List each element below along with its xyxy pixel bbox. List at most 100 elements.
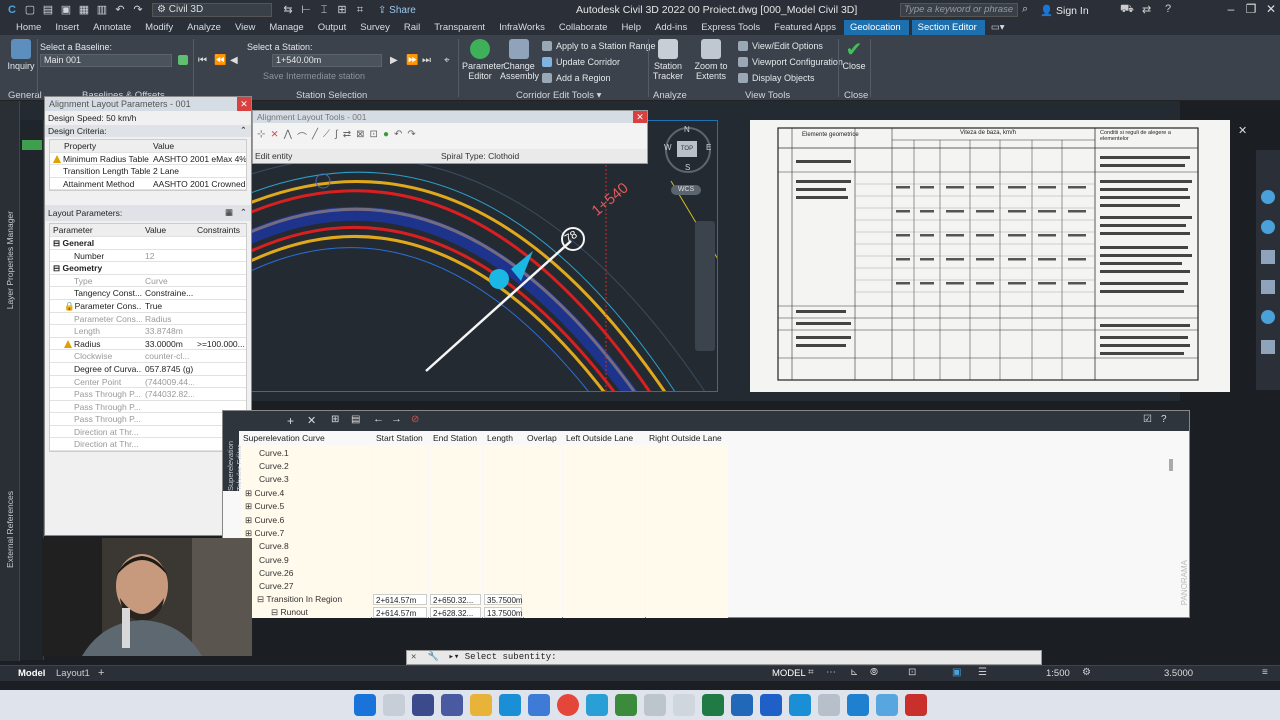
param-row[interactable]: Parameter Cons... Radius xyxy=(50,313,246,326)
exchange-icon[interactable]: ⇄ xyxy=(1142,3,1151,16)
param-row[interactable]: Clockwise counter-cl... xyxy=(50,350,246,363)
tab-help[interactable]: Help xyxy=(615,20,649,35)
curve-row[interactable]: ⊞ Curve.6 xyxy=(245,514,284,527)
help-icon[interactable]: ? xyxy=(1165,3,1171,15)
tab-view[interactable]: View xyxy=(229,20,263,35)
curve-row[interactable]: Curve.2 xyxy=(259,460,289,473)
runout-row[interactable]: ⊟ Runout xyxy=(271,606,308,619)
save-icon[interactable]: ▣ xyxy=(60,4,72,16)
cmd-customize-icon[interactable]: 🔧 xyxy=(422,652,439,662)
view-edit-options-button[interactable]: View/Edit Options xyxy=(738,41,823,51)
model-space-toggle[interactable]: MODEL xyxy=(772,668,806,679)
tab-survey[interactable]: Survey xyxy=(354,20,398,35)
tab-annotate[interactable]: Annotate xyxy=(87,20,139,35)
curve-icon[interactable]: ⌒ xyxy=(297,129,307,144)
transition-length[interactable]: 35.7500m xyxy=(484,594,523,605)
curve-row[interactable]: ⊞ Curve.4 xyxy=(245,487,284,500)
excel-icon[interactable] xyxy=(701,694,724,716)
group-geometry[interactable]: ⊟ Geometry xyxy=(50,262,246,275)
tab-express-tools[interactable]: Express Tools xyxy=(695,20,768,35)
col-left-outside-lane[interactable]: Left Outside Lane xyxy=(566,431,633,445)
edit-best-fit-icon[interactable]: ⊡ xyxy=(370,129,378,144)
curve-row[interactable]: Curve.27 xyxy=(259,580,294,593)
calculate-icon[interactable]: ⊞ xyxy=(331,414,339,425)
table-view-icon[interactable]: ▦ xyxy=(225,207,233,218)
new-file-icon[interactable]: ▢ xyxy=(24,4,36,16)
start-icon[interactable] xyxy=(353,694,376,716)
param-row[interactable]: Pass Through P... (744032.82... xyxy=(50,388,246,401)
save-intermediate-station[interactable]: Save Intermediate station xyxy=(263,71,365,81)
external-references-tab[interactable]: External References xyxy=(5,491,15,568)
criteria-row[interactable]: Attainment Method AASHTO 2001 Crowned ..… xyxy=(50,178,246,191)
grid-icon[interactable]: ⌗ xyxy=(808,667,814,678)
delete-pi-icon[interactable]: ⨯ xyxy=(270,129,278,144)
tab-section-editor[interactable]: Section Editor xyxy=(911,20,985,35)
parameter-editor-button[interactable]: Parameter Editor xyxy=(462,39,504,81)
undo-tool-icon[interactable]: ↶ xyxy=(394,129,402,144)
edge-icon[interactable] xyxy=(498,694,521,716)
close-editor-button[interactable]: ✔ Close xyxy=(840,39,868,71)
runout-start[interactable]: 2+614.57m xyxy=(373,607,427,618)
calculator-icon[interactable] xyxy=(643,694,666,716)
command-line[interactable]: ✕ 🔧 ▸▾ Select subentity: xyxy=(406,650,1042,665)
minimize-button[interactable]: – xyxy=(1222,2,1240,18)
param-row[interactable]: Center Point (744009.44... xyxy=(50,376,246,389)
transition-row[interactable]: ⊟ Transition In Region xyxy=(257,593,342,606)
view-graph-icon[interactable]: ▤ xyxy=(351,414,360,425)
update-corridor-button[interactable]: Update Corridor xyxy=(542,57,620,67)
tab-overflow[interactable]: ▭▾ xyxy=(985,20,1013,35)
share-button[interactable]: ⇪ Share xyxy=(378,5,416,16)
layout-icon[interactable] xyxy=(1261,340,1275,354)
status-menu-icon[interactable]: ≡ xyxy=(1262,667,1268,678)
change-assembly-button[interactable]: Change Assembly xyxy=(500,39,539,81)
transition-start[interactable]: 2+614.57m xyxy=(373,594,427,605)
doc-close-icon[interactable]: ✕ xyxy=(1238,124,1247,137)
file-explorer-icon[interactable] xyxy=(469,694,492,716)
next-station-icon[interactable]: ⏩ xyxy=(406,55,418,66)
taskbar-app-6-icon[interactable] xyxy=(788,694,811,716)
restore-button[interactable]: ❐ xyxy=(1242,2,1260,18)
param-row[interactable]: 🔒Parameter Cons... True xyxy=(50,300,246,313)
settings-icon[interactable]: ⚙ xyxy=(1082,667,1091,678)
autocad-civil-icon[interactable] xyxy=(904,694,927,716)
alp-close-button[interactable]: ✕ xyxy=(237,97,251,111)
steering-wheel-icon[interactable] xyxy=(1261,190,1275,204)
orbit-icon[interactable] xyxy=(1261,220,1275,234)
spiral-icon[interactable]: ∫ xyxy=(335,129,338,144)
lineweight-icon[interactable]: ☰ xyxy=(978,667,987,678)
tab-insert[interactable]: Insert xyxy=(49,20,87,35)
tab-add-ins[interactable]: Add-ins xyxy=(649,20,695,35)
criteria-row[interactable]: Minimum Radius Table AASHTO 2001 eMax 4%… xyxy=(50,153,246,166)
zoom-icon[interactable] xyxy=(1261,280,1275,294)
viewcube[interactable]: TOP N E S W xyxy=(664,125,711,173)
polar-icon[interactable]: ⦾ xyxy=(870,667,878,678)
reverse-icon[interactable]: ⇄ xyxy=(343,129,351,144)
close-window-button[interactable]: ✕ xyxy=(1262,2,1280,18)
toolbar-icon-3[interactable]: ⌶ xyxy=(318,4,330,16)
add-layout-icon[interactable]: + xyxy=(98,667,104,679)
taskbar-app-5-icon[interactable] xyxy=(730,694,753,716)
undo-icon[interactable]: ↶ xyxy=(114,4,126,16)
transition-end[interactable]: 2+650.32... xyxy=(430,594,481,605)
tab-analyze[interactable]: Analyze xyxy=(181,20,229,35)
search-input[interactable]: Type a keyword or phrase xyxy=(900,3,1018,17)
toolbar-icon-1[interactable]: ⇆ xyxy=(282,4,294,16)
col-length[interactable]: Length xyxy=(487,431,513,445)
tab-geolocation[interactable]: Geolocation xyxy=(843,20,909,35)
insert-pi-icon[interactable]: ⊹ xyxy=(257,129,265,144)
corridor-edit-panel-label[interactable]: Corridor Edit Tools ▾ xyxy=(516,90,601,101)
clear-icon[interactable]: ⊘ xyxy=(411,414,419,425)
delete-entity-icon[interactable]: ⊠ xyxy=(356,129,364,144)
plot-icon[interactable]: ▥ xyxy=(96,4,108,16)
tab-featured-apps[interactable]: Featured Apps xyxy=(768,20,844,35)
tab-manage[interactable]: Manage xyxy=(263,20,311,35)
workspace-select[interactable]: ⚙ Civil 3D xyxy=(152,3,272,17)
taskbar-app-8-icon[interactable] xyxy=(875,694,898,716)
zoom-extents-button[interactable]: Zoom to Extents xyxy=(692,39,730,81)
tab-layout1[interactable]: Layout1 xyxy=(56,668,90,679)
autocad-icon[interactable] xyxy=(846,694,869,716)
todo-icon[interactable] xyxy=(759,694,782,716)
task-view-icon[interactable] xyxy=(411,694,434,716)
station-select[interactable]: 1+540.00m xyxy=(272,54,382,67)
group-general[interactable]: ⊟ General xyxy=(50,237,246,250)
